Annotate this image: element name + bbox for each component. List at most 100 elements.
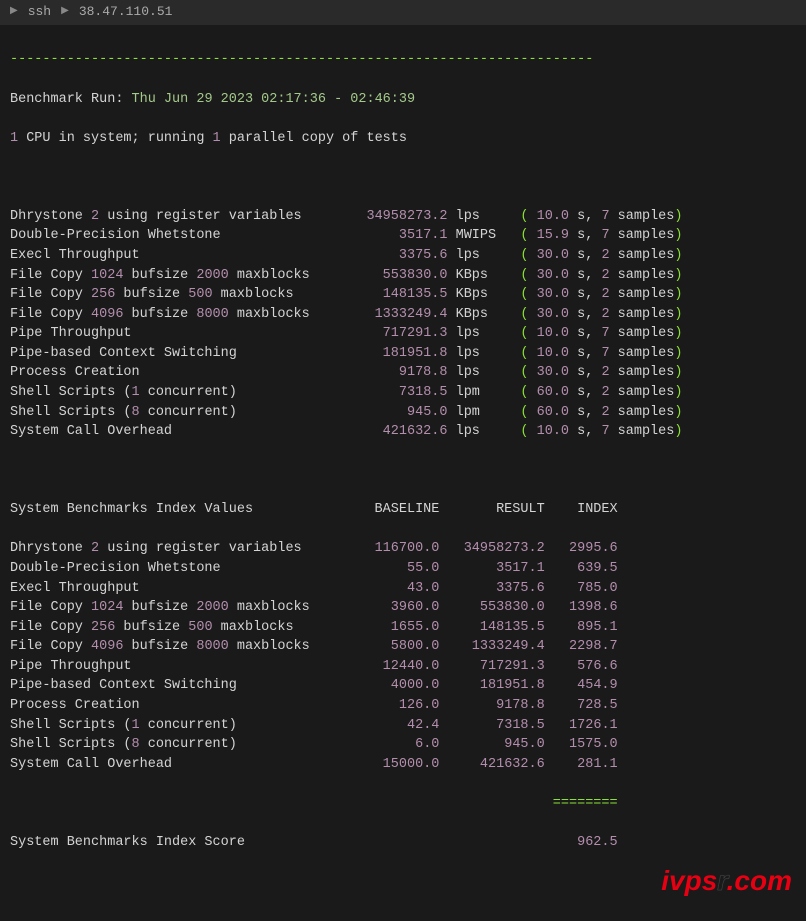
- test-name-part: maxblocks: [229, 268, 310, 283]
- samples-label: samples: [610, 307, 675, 322]
- paren-open: (: [504, 346, 528, 361]
- test-unit: KBps: [456, 287, 505, 302]
- paren-open: (: [504, 228, 528, 243]
- cpu-text-suffix: parallel copy of tests: [221, 131, 407, 146]
- test-name-part: 1: [132, 385, 140, 400]
- test-value: 945.0: [334, 405, 447, 420]
- test-name-part: bufsize: [123, 639, 196, 654]
- idx-result: 553830.0: [439, 600, 544, 615]
- test-samples: 2: [601, 287, 609, 302]
- paren-open: (: [504, 326, 528, 341]
- test-time: 10.0: [529, 346, 570, 361]
- test-name-part: Pipe Throughput: [10, 326, 132, 341]
- seconds-label: s,: [569, 228, 601, 243]
- test-name-part: concurrent): [140, 737, 237, 752]
- seconds-label: s,: [569, 209, 601, 224]
- test-time: 10.0: [529, 326, 570, 341]
- test-value: 7318.5: [334, 385, 447, 400]
- test-value: 181951.8: [334, 346, 447, 361]
- test-unit: KBps: [456, 307, 505, 322]
- seconds-label: s,: [569, 405, 601, 420]
- test-time: 30.0: [529, 268, 570, 283]
- divider-line: ----------------------------------------…: [10, 52, 593, 67]
- paren-open: (: [504, 268, 528, 283]
- test-time: 10.0: [529, 424, 570, 439]
- run-prefix: Benchmark Run:: [10, 92, 123, 107]
- test-value: 3517.1: [334, 228, 447, 243]
- test-name-part: Shell Scripts (: [10, 737, 132, 752]
- seconds-label: s,: [569, 287, 601, 302]
- watermark-text: r: [717, 865, 726, 896]
- test-samples: 2: [601, 248, 609, 263]
- test-name-part: bufsize: [123, 600, 196, 615]
- test-name-part: Dhrystone: [10, 541, 91, 556]
- paren-close: ): [674, 326, 682, 341]
- watermark-text: ivps: [661, 865, 717, 896]
- test-name-part: File Copy: [10, 287, 91, 302]
- test-samples: 7: [601, 424, 609, 439]
- paren-close: ): [674, 346, 682, 361]
- idx-index: 2995.6: [545, 541, 618, 556]
- test-name-part: 500: [188, 287, 212, 302]
- test-unit: lps: [456, 326, 505, 341]
- idx-baseline: 43.0: [334, 581, 439, 596]
- test-name-part: Pipe-based Context Switching: [10, 678, 237, 693]
- test-samples: 2: [601, 307, 609, 322]
- title-bar: ▶ ssh ▶ 38.47.110.51: [0, 0, 806, 25]
- test-value: 553830.0: [334, 268, 447, 283]
- idx-result: 34958273.2: [439, 541, 544, 556]
- test-name-part: Pipe Throughput: [10, 659, 132, 674]
- idx-result: 1333249.4: [439, 639, 544, 654]
- watermark-text: .com: [727, 865, 792, 896]
- samples-label: samples: [610, 326, 675, 341]
- test-name-part: 500: [188, 620, 212, 635]
- test-samples: 7: [601, 346, 609, 361]
- test-samples: 2: [601, 385, 609, 400]
- idx-index: 576.6: [545, 659, 618, 674]
- samples-label: samples: [610, 268, 675, 283]
- seconds-label: s,: [569, 248, 601, 263]
- idx-baseline: 15000.0: [334, 757, 439, 772]
- test-name-part: System Call Overhead: [10, 757, 172, 772]
- samples-label: samples: [610, 385, 675, 400]
- paren-open: (: [504, 385, 528, 400]
- test-name-part: using register variables: [99, 209, 302, 224]
- cpu-text-mid: CPU in system; running: [18, 131, 212, 146]
- breadcrumb-arrow-icon: ▶: [61, 5, 69, 20]
- test-unit: lps: [456, 424, 505, 439]
- test-time: 60.0: [529, 405, 570, 420]
- seconds-label: s,: [569, 268, 601, 283]
- test-value: 3375.6: [334, 248, 447, 263]
- test-unit: lps: [456, 209, 505, 224]
- score-value: 962.5: [545, 835, 618, 850]
- idx-index: 728.5: [545, 698, 618, 713]
- test-value: 148135.5: [334, 287, 447, 302]
- test-unit: lps: [456, 365, 505, 380]
- test-name-part: maxblocks: [229, 639, 310, 654]
- test-value: 421632.6: [334, 424, 447, 439]
- test-name-part: 8000: [196, 307, 228, 322]
- test-samples: 7: [601, 228, 609, 243]
- test-value: 34958273.2: [334, 209, 447, 224]
- paren-open: (: [504, 287, 528, 302]
- test-time: 30.0: [529, 248, 570, 263]
- idx-baseline: 42.4: [334, 718, 439, 733]
- test-name-part: Dhrystone: [10, 209, 91, 224]
- test-name-part: concurrent): [140, 405, 237, 420]
- idx-index: 1398.6: [545, 600, 618, 615]
- samples-label: samples: [610, 228, 675, 243]
- test-name-part: 256: [91, 620, 115, 635]
- test-value: 1333249.4: [334, 307, 447, 322]
- test-name-part: File Copy: [10, 268, 91, 283]
- test-name-part: Shell Scripts (: [10, 718, 132, 733]
- samples-label: samples: [610, 405, 675, 420]
- test-samples: 7: [601, 209, 609, 224]
- samples-label: samples: [610, 346, 675, 361]
- test-name-part: using register variables: [99, 541, 302, 556]
- test-name-part: maxblocks: [213, 287, 294, 302]
- test-unit: lpm: [456, 405, 505, 420]
- samples-label: samples: [610, 365, 675, 380]
- test-name-part: File Copy: [10, 620, 91, 635]
- watermark: ivpsr.com: [661, 861, 792, 902]
- test-samples: 2: [601, 365, 609, 380]
